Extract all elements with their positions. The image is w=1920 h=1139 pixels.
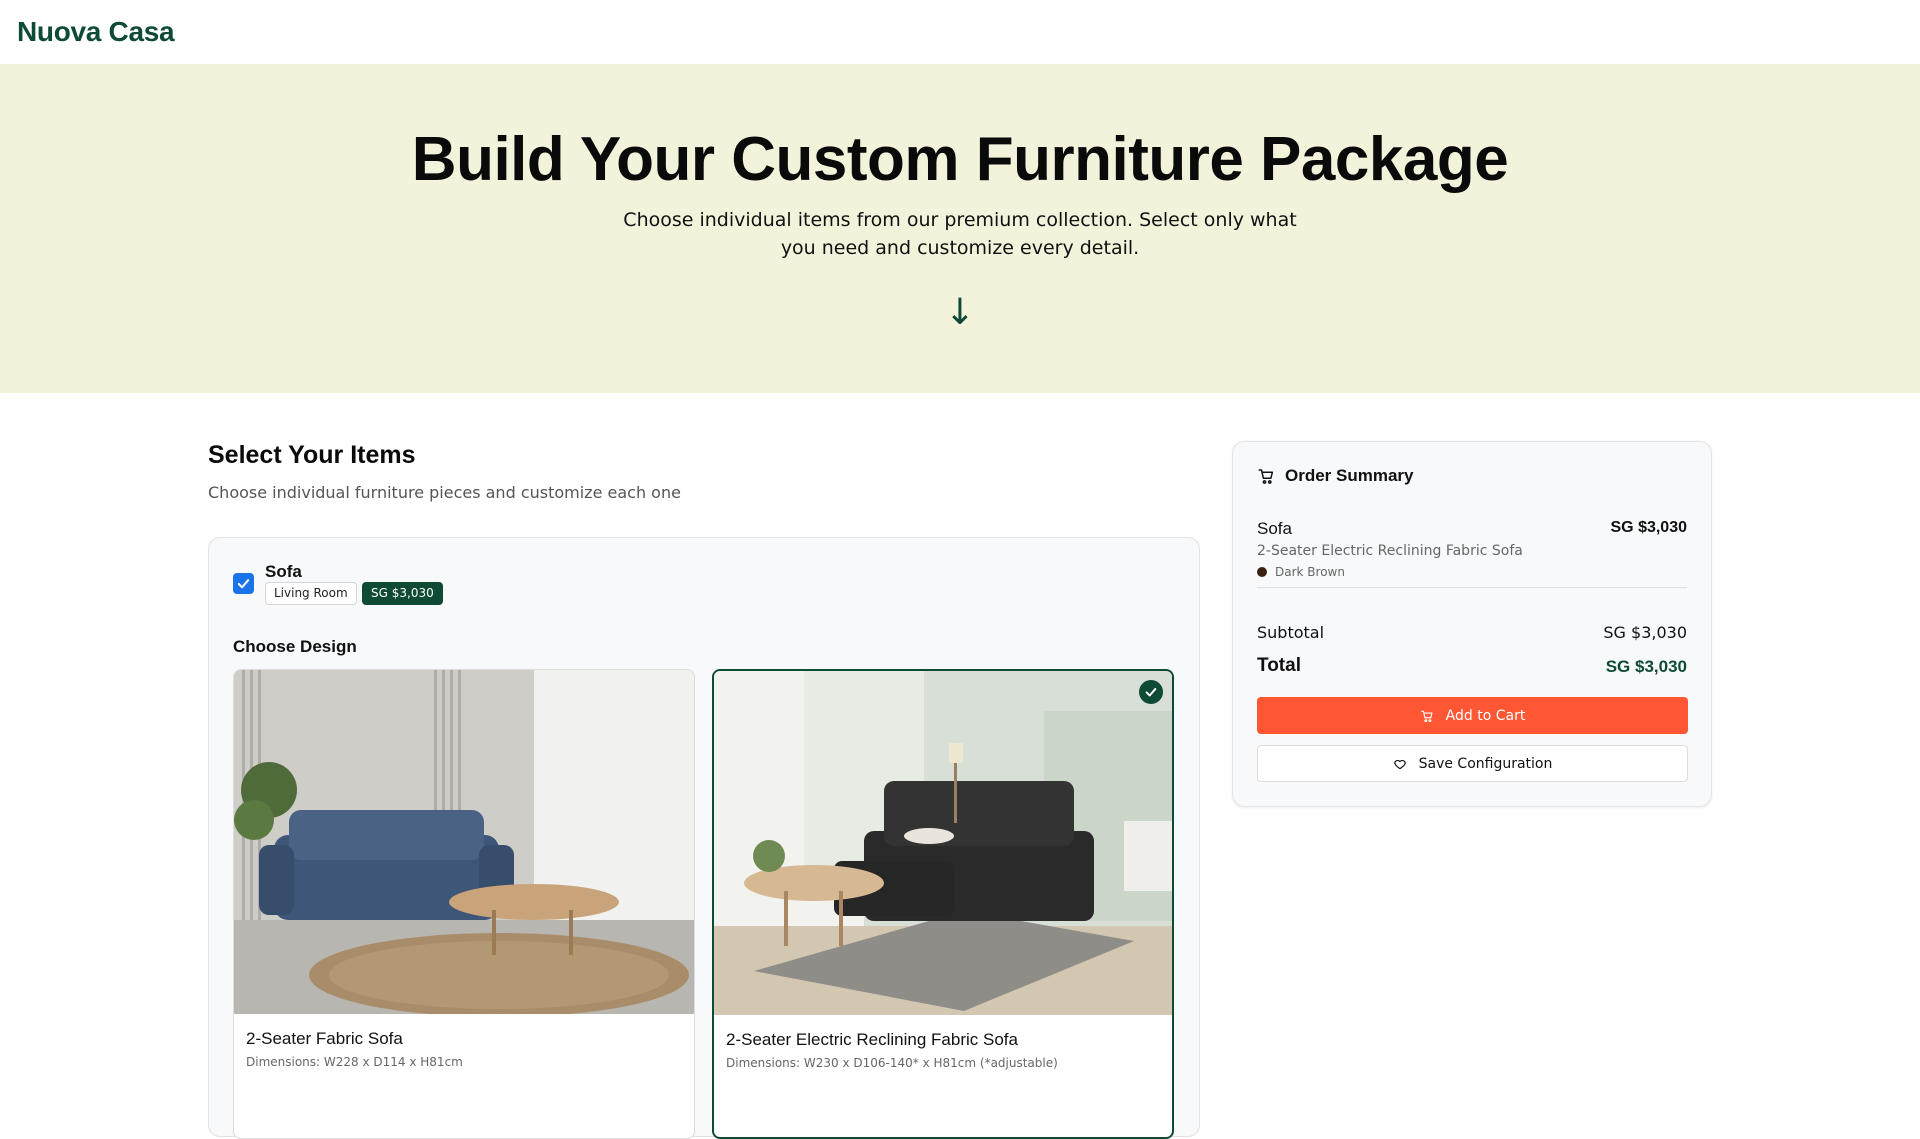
summary-item-price: SG $3,030 bbox=[1610, 519, 1688, 536]
item-checkbox[interactable] bbox=[233, 573, 254, 594]
save-configuration-button[interactable]: Save Configuration bbox=[1257, 745, 1688, 782]
order-summary-panel: Order Summary Sofa SG $3,030 2-Seater El… bbox=[1232, 441, 1712, 807]
design-name: 2-Seater Fabric Sofa bbox=[246, 1029, 403, 1048]
total-value: SG $3,030 bbox=[1605, 657, 1687, 676]
design-dimensions: Dimensions: W230 x D106-140* x H81cm (*a… bbox=[726, 1056, 1058, 1070]
save-configuration-label: Save Configuration bbox=[1418, 755, 1553, 772]
main-content: Select Your Items Choose individual furn… bbox=[0, 393, 1920, 1139]
design-option[interactable]: 2-Seater Fabric Sofa Dimensions: W228 x … bbox=[233, 669, 695, 1139]
choose-design-label: Choose Design bbox=[233, 637, 357, 656]
design-option-selected[interactable]: 2-Seater Electric Reclining Fabric Sofa … bbox=[712, 669, 1174, 1139]
check-icon bbox=[237, 579, 250, 589]
arrow-down-icon[interactable]: ↓ bbox=[0, 292, 1920, 333]
divider bbox=[1257, 587, 1687, 588]
order-summary-header: Order Summary bbox=[1257, 466, 1414, 486]
order-summary-title: Order Summary bbox=[1285, 466, 1414, 485]
section-title: Select Your Items bbox=[208, 441, 416, 469]
item-name: Sofa bbox=[265, 562, 302, 581]
add-to-cart-label: Add to Cart bbox=[1445, 707, 1526, 724]
design-name: 2-Seater Electric Reclining Fabric Sofa bbox=[726, 1030, 1018, 1049]
item-card-sofa: Sofa Living Room SG $3,030 Choose Design bbox=[208, 537, 1200, 1139]
hero-subtitle: Choose individual items from our premium… bbox=[623, 209, 1297, 259]
color-swatch bbox=[1257, 567, 1267, 577]
cart-icon bbox=[1258, 469, 1274, 484]
cart-icon bbox=[1420, 710, 1433, 722]
brand-logo[interactable]: Nuova Casa bbox=[17, 16, 175, 48]
design-dimensions: Dimensions: W228 x D114 x H81cm bbox=[246, 1055, 463, 1069]
color-name: Dark Brown bbox=[1275, 565, 1345, 579]
heart-icon bbox=[1393, 759, 1406, 769]
selected-check-icon bbox=[1139, 680, 1163, 704]
price-tag: SG $3,030 bbox=[362, 582, 443, 605]
design-photo bbox=[234, 670, 694, 1014]
summary-item-color: Dark Brown bbox=[1257, 565, 1687, 579]
design-photo bbox=[714, 671, 1172, 1015]
top-navbar: Nuova Casa bbox=[0, 0, 1920, 64]
hero-banner: Build Your Custom Furniture Package Choo… bbox=[0, 64, 1920, 393]
hero-title: Build Your Custom Furniture Package bbox=[411, 125, 1509, 194]
section-subtitle: Choose individual furniture pieces and c… bbox=[208, 483, 681, 502]
subtotal-value: SG $3,030 bbox=[1603, 623, 1687, 642]
summary-item-description: 2-Seater Electric Reclining Fabric Sofa bbox=[1257, 543, 1523, 559]
add-to-cart-button[interactable]: Add to Cart bbox=[1257, 697, 1688, 734]
room-tag: Living Room bbox=[265, 582, 357, 605]
